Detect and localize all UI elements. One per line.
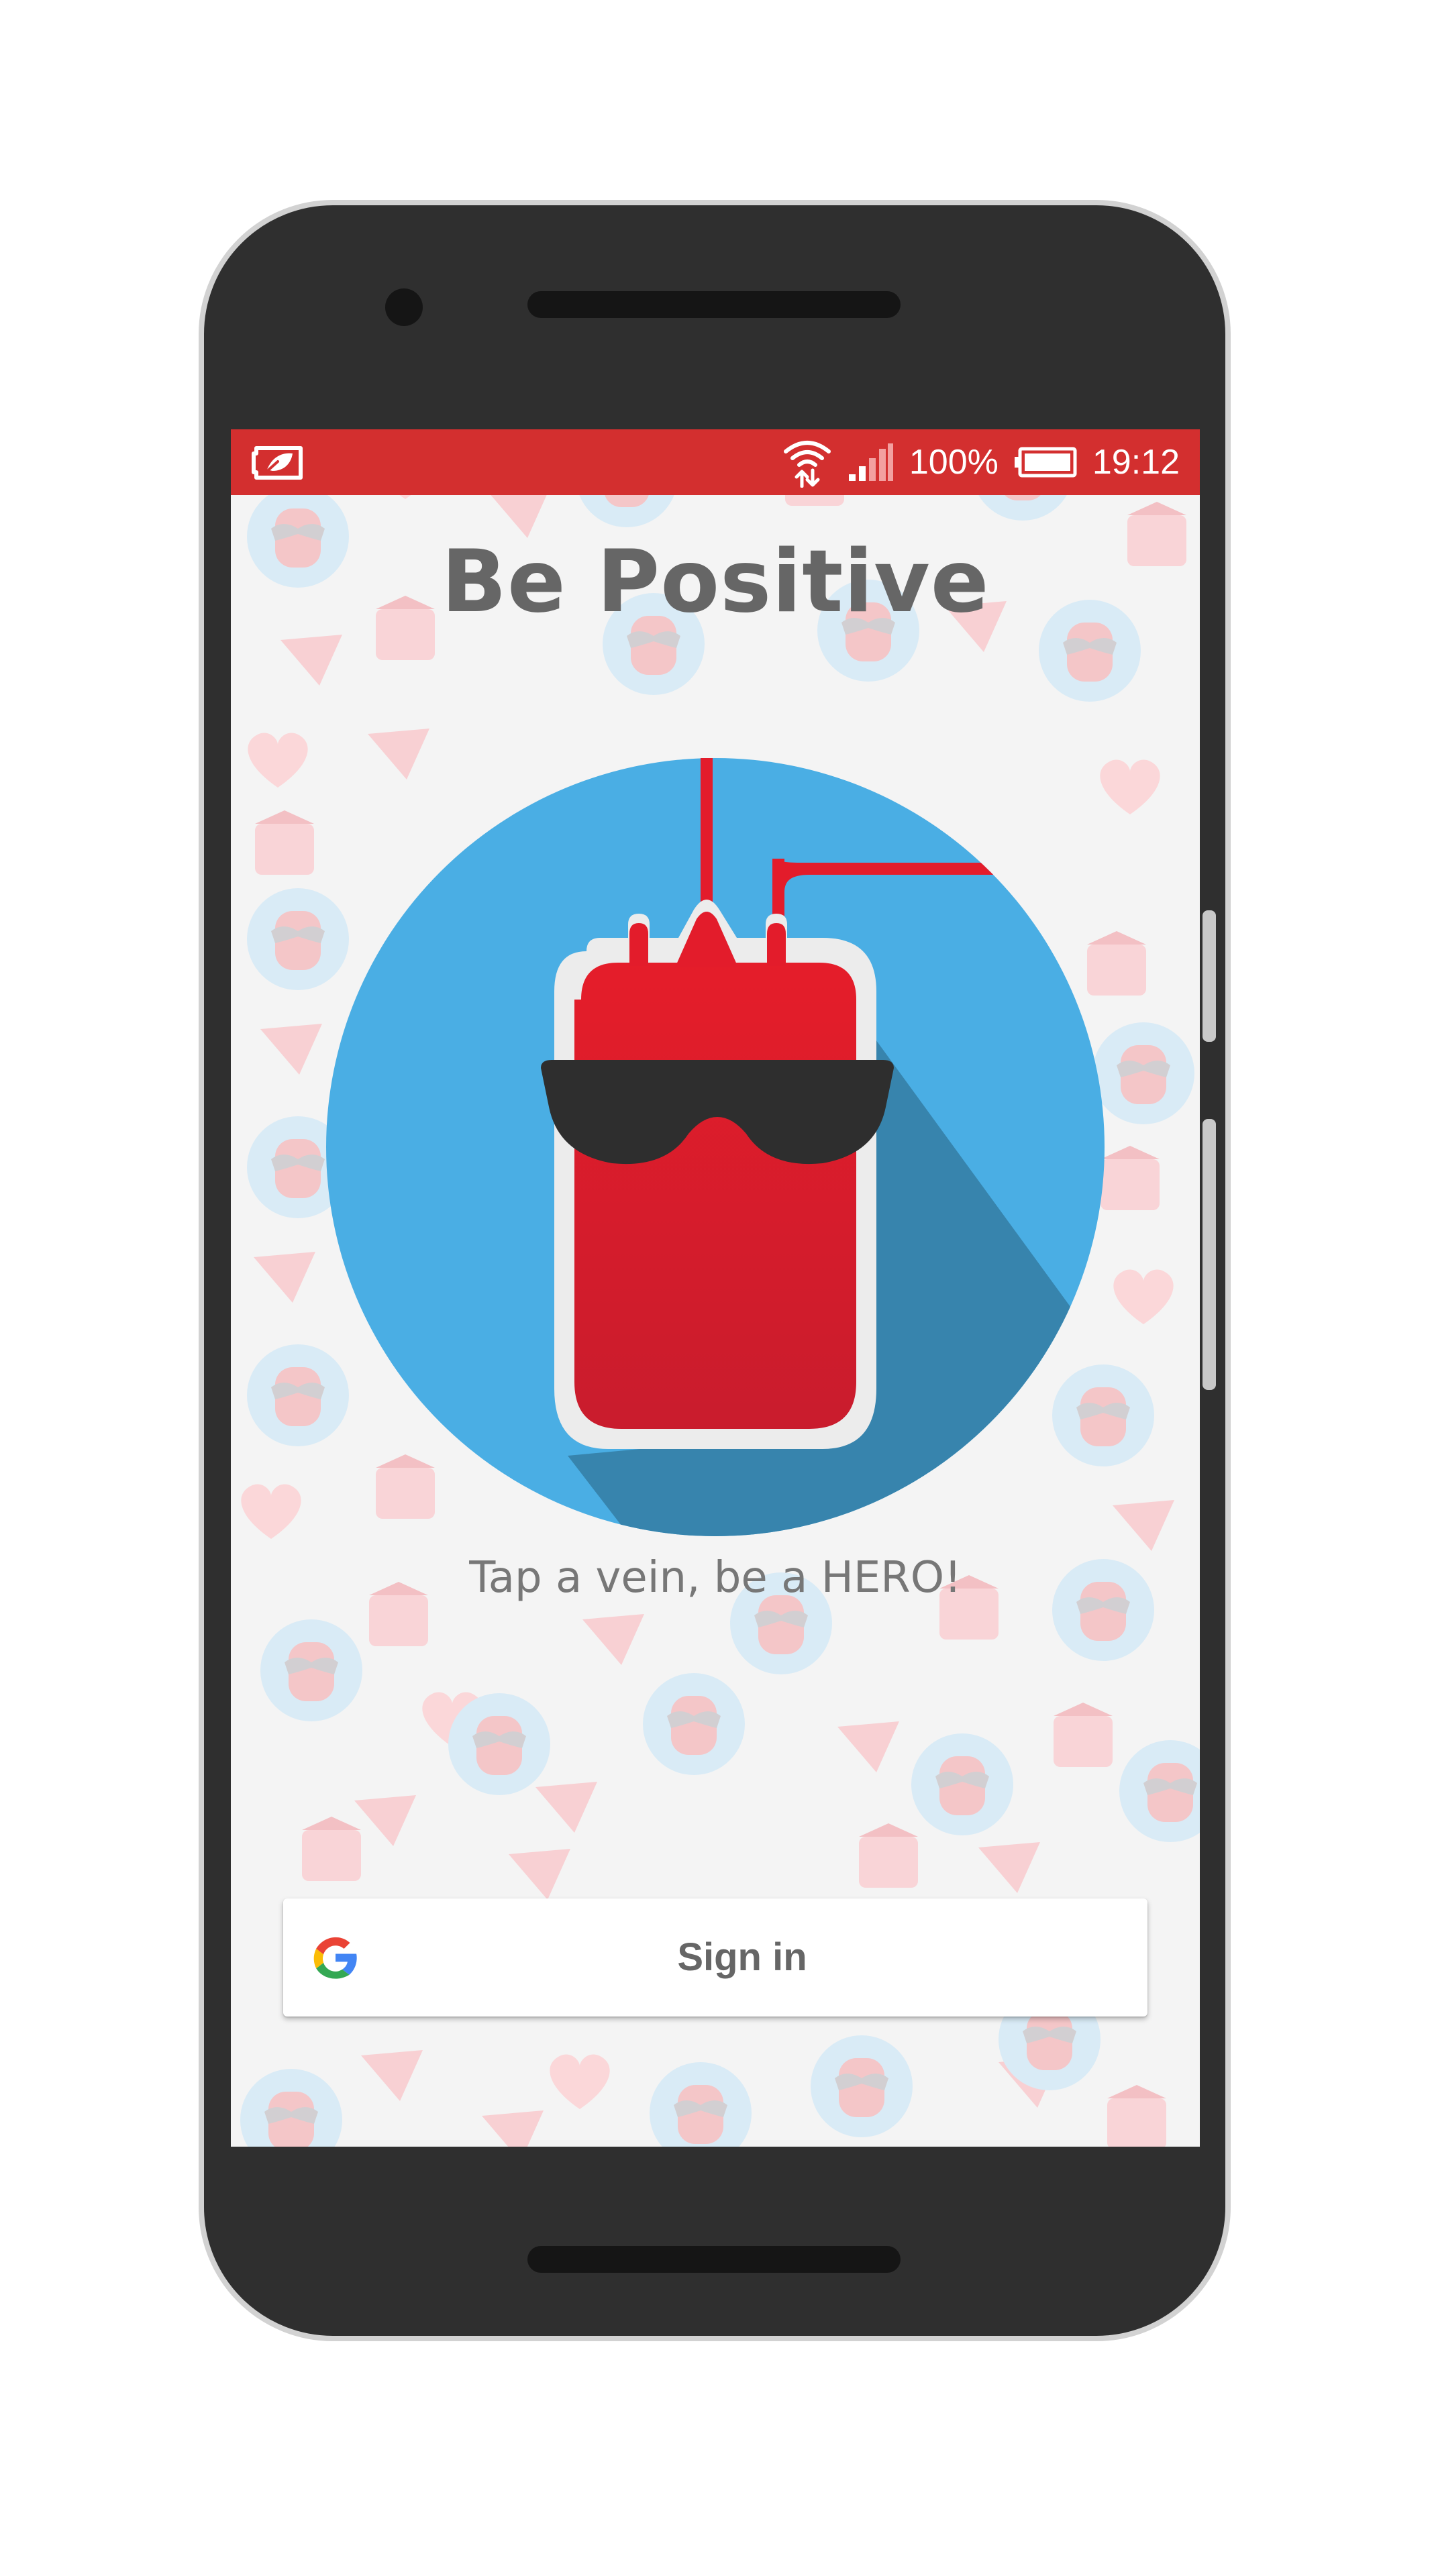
blood-bag-body [574, 963, 856, 1429]
blood-bag-mascot-illustration [326, 758, 1105, 1536]
bag-port-left [629, 923, 648, 966]
battery-icon [1014, 447, 1077, 478]
status-indicators: 100% 19:12 [782, 429, 1180, 495]
power-button [1203, 1119, 1216, 1390]
bag-port-right [767, 923, 786, 966]
google-sign-in-button[interactable]: Sign in [283, 1898, 1147, 2017]
app-title: Be Positive [441, 532, 990, 632]
volume-button [1203, 910, 1216, 1042]
battery-percent: 100% [909, 443, 999, 482]
app-screen: 100% 19:12 Be Positive Tap a vein, be a … [231, 429, 1200, 2147]
signal-icon [848, 443, 893, 481]
tagline: Tap a vein, be a HERO! [469, 1553, 962, 1603]
battery-saver-icon [252, 446, 303, 480]
wifi-icon [783, 441, 831, 488]
earpiece-speaker [527, 291, 901, 318]
front-camera [385, 288, 423, 326]
sign-in-label: Sign in [677, 1935, 807, 1979]
bottom-speaker [527, 2246, 901, 2273]
status-bar: 100% 19:12 [231, 429, 1200, 495]
clock: 19:12 [1092, 443, 1180, 482]
